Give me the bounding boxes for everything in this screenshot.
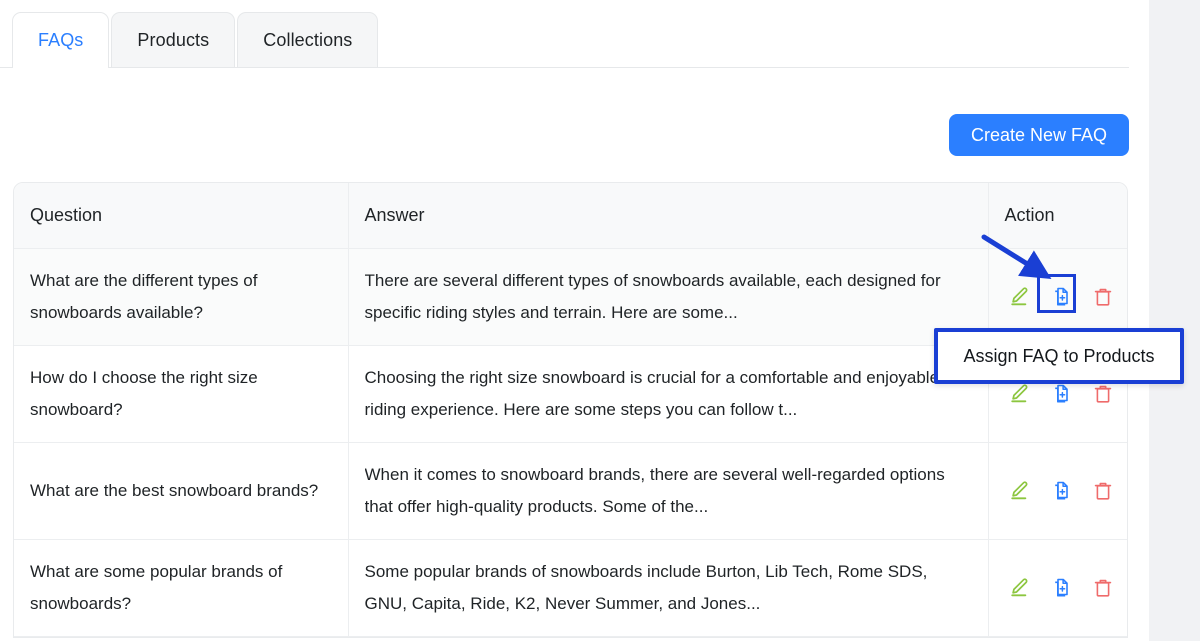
answer-text: Some popular brands of snowboards includ… <box>364 561 928 613</box>
row-actions <box>1005 284 1114 310</box>
cell-answer: There are several different types of sno… <box>348 248 989 346</box>
delete-faq-button[interactable] <box>1090 478 1116 504</box>
cell-action <box>988 442 1127 540</box>
tab-bar: FAQs Products Collections <box>0 0 1129 68</box>
annotation-tooltip: Assign FAQ to Products <box>934 328 1184 384</box>
table-row: What are some popular brands of snowboar… <box>14 539 1127 637</box>
answer-text: There are several different types of sno… <box>364 270 941 322</box>
tab-faqs[interactable]: FAQs <box>12 12 110 68</box>
question-text: How do I choose the right size snowboard… <box>30 367 258 419</box>
answer-text: When it comes to snowboard brands, there… <box>364 464 945 516</box>
edit-icon <box>1007 479 1031 503</box>
tab-products[interactable]: Products <box>111 12 236 67</box>
question-text: What are the different types of snowboar… <box>30 270 258 322</box>
tab-collections-label: Collections <box>263 29 353 50</box>
tab-products-label: Products <box>137 29 210 50</box>
page-surface: FAQs Products Collections Create New FAQ <box>0 0 1149 641</box>
assign-faq-to-products-button[interactable] <box>1048 381 1074 407</box>
cell-answer: Some popular brands of snowboards includ… <box>348 539 989 637</box>
trash-icon <box>1091 479 1115 503</box>
row-actions <box>1005 575 1114 601</box>
edit-icon <box>1007 285 1031 309</box>
app-root: FAQs Products Collections Create New FAQ <box>0 0 1200 641</box>
answer-text: Choosing the right size snowboard is cru… <box>364 367 940 419</box>
table-row: What are the best snowboard brands? When… <box>14 442 1127 540</box>
assign-document-icon <box>1049 479 1073 503</box>
column-header-action: Action <box>988 183 1127 249</box>
cell-question: What are some popular brands of snowboar… <box>14 539 349 637</box>
trash-icon <box>1091 576 1115 600</box>
assign-document-icon <box>1049 285 1073 309</box>
assign-faq-to-products-button[interactable] <box>1048 478 1074 504</box>
trash-icon <box>1091 382 1115 406</box>
edit-faq-button[interactable] <box>1006 575 1032 601</box>
tab-faqs-label: FAQs <box>38 30 84 50</box>
row-actions <box>1005 381 1114 407</box>
edit-faq-button[interactable] <box>1006 381 1032 407</box>
cell-question: How do I choose the right size snowboard… <box>14 345 349 443</box>
delete-faq-button[interactable] <box>1090 284 1116 310</box>
edit-faq-button[interactable] <box>1006 478 1032 504</box>
column-header-answer: Answer <box>348 183 989 249</box>
delete-faq-button[interactable] <box>1090 381 1116 407</box>
tab-list: FAQs Products Collections <box>12 12 379 68</box>
assign-document-icon <box>1049 382 1073 406</box>
toolbar: Create New FAQ <box>0 68 1129 176</box>
table-body: What are the different types of snowboar… <box>14 248 1127 637</box>
assign-faq-to-products-button[interactable] <box>1048 575 1074 601</box>
assign-document-icon <box>1049 576 1073 600</box>
cell-answer: When it comes to snowboard brands, there… <box>348 442 989 540</box>
create-new-faq-label: Create New FAQ <box>970 124 1107 145</box>
cell-action <box>988 539 1127 637</box>
assign-faq-to-products-button[interactable] <box>1048 284 1074 310</box>
table-head: Question Answer Action <box>14 183 1127 249</box>
question-text: What are some popular brands of snowboar… <box>30 561 283 613</box>
trash-icon <box>1091 285 1115 309</box>
edit-icon <box>1007 576 1031 600</box>
row-actions <box>1005 478 1114 504</box>
edit-faq-button[interactable] <box>1006 284 1032 310</box>
column-header-question: Question <box>14 183 349 249</box>
create-new-faq-button[interactable]: Create New FAQ <box>948 114 1129 156</box>
faq-table: Question Answer Action What are the diff… <box>14 183 1127 637</box>
cell-question: What are the different types of snowboar… <box>14 248 349 346</box>
faq-table-container: Question Answer Action What are the diff… <box>13 182 1128 638</box>
cell-answer: Choosing the right size snowboard is cru… <box>348 345 989 443</box>
tab-collections[interactable]: Collections <box>237 12 379 67</box>
delete-faq-button[interactable] <box>1090 575 1116 601</box>
annotation-tooltip-label: Assign FAQ to Products <box>963 345 1155 366</box>
edit-icon <box>1007 382 1031 406</box>
question-text: What are the best snowboard brands? <box>30 480 319 500</box>
table-header-row: Question Answer Action <box>14 183 1127 249</box>
cell-question: What are the best snowboard brands? <box>14 442 349 540</box>
